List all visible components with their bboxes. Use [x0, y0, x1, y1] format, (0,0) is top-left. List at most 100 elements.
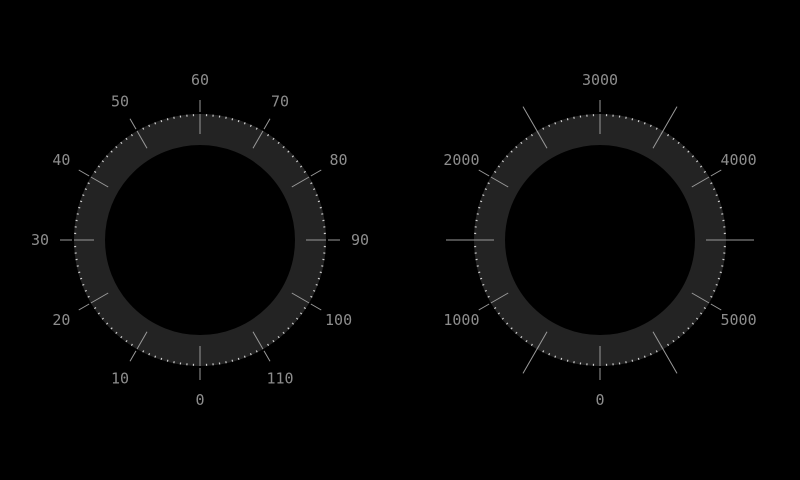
- dial-label: 0: [195, 391, 204, 409]
- label-tick: [263, 118, 271, 130]
- minor-tick: [84, 289, 87, 292]
- dial-label: 4000: [721, 151, 757, 169]
- minor-tick: [484, 289, 487, 292]
- minor-tick: [255, 350, 258, 353]
- minor-tick: [249, 124, 252, 127]
- minor-tick: [554, 355, 557, 358]
- minor-tick: [166, 359, 169, 362]
- dial-label: 50: [111, 92, 129, 110]
- minor-tick: [231, 359, 234, 362]
- minor-tick: [319, 206, 322, 209]
- minor-tick: [255, 127, 258, 130]
- minor-tick: [643, 355, 646, 358]
- left-dial: 0 10 20 30 40 50 60 70 80 90 100 110: [31, 71, 369, 409]
- minor-tick: [87, 182, 90, 185]
- minor-tick: [717, 277, 721, 280]
- minor-tick: [717, 200, 721, 203]
- minor-tick: [566, 118, 569, 121]
- minor-tick: [154, 122, 157, 125]
- minor-tick: [310, 182, 313, 185]
- extended-tick: [522, 106, 540, 135]
- minor-tick: [713, 188, 716, 191]
- minor-tick: [649, 124, 652, 127]
- minor-tick: [487, 182, 490, 185]
- minor-tick: [82, 283, 85, 286]
- minor-tick: [554, 122, 557, 125]
- dial-label: 20: [52, 311, 70, 329]
- minor-tick: [313, 289, 316, 292]
- minor-tick: [710, 295, 713, 298]
- label-tick: [129, 118, 137, 130]
- minor-tick: [160, 357, 163, 361]
- minor-tick: [482, 194, 485, 197]
- minor-tick: [487, 295, 490, 298]
- right-dial: 0 1000 2000 3000 4000 5000: [443, 71, 756, 409]
- label-tick: [710, 303, 722, 311]
- minor-tick: [637, 357, 640, 361]
- minor-tick: [84, 188, 87, 191]
- label-tick: [78, 169, 90, 177]
- minor-tick: [317, 200, 321, 203]
- minor-tick: [148, 124, 151, 127]
- label-tick: [478, 169, 490, 177]
- minor-tick: [148, 353, 151, 356]
- label-tick: [478, 303, 490, 311]
- minor-tick: [313, 188, 316, 191]
- minor-tick: [542, 127, 545, 130]
- label-tick: [710, 169, 722, 177]
- minor-tick: [231, 118, 234, 121]
- minor-tick: [719, 271, 722, 274]
- extended-tick: [522, 345, 540, 374]
- minor-tick: [560, 357, 563, 361]
- minor-tick: [160, 119, 163, 123]
- minor-tick: [560, 119, 563, 123]
- dial-label: 90: [351, 231, 369, 249]
- dial-label: 0: [595, 391, 604, 409]
- dial-label: 1000: [443, 311, 479, 329]
- minor-tick: [566, 359, 569, 362]
- label-tick: [78, 303, 90, 311]
- minor-tick: [317, 277, 321, 280]
- dial-label: 60: [191, 71, 209, 89]
- label-tick: [310, 303, 322, 311]
- minor-tick: [484, 188, 487, 191]
- minor-tick: [548, 124, 551, 127]
- minor-tick: [715, 194, 718, 197]
- dial-label: 110: [266, 370, 293, 388]
- minor-tick: [637, 119, 640, 123]
- dial-label: 2000: [443, 151, 479, 169]
- minor-tick: [548, 353, 551, 356]
- dial-label: 5000: [721, 311, 757, 329]
- dial-label: 70: [271, 92, 289, 110]
- minor-tick: [631, 359, 634, 362]
- minor-tick: [310, 295, 313, 298]
- label-tick: [310, 169, 322, 177]
- minor-tick: [482, 283, 485, 286]
- extended-tick: [660, 345, 678, 374]
- minor-tick: [237, 119, 240, 123]
- minor-tick: [655, 350, 658, 353]
- dial-ring: [74, 114, 326, 366]
- minor-tick: [237, 357, 240, 361]
- minor-tick: [78, 206, 81, 209]
- dial-label: 30: [31, 231, 49, 249]
- minor-tick: [243, 355, 246, 358]
- minor-tick: [243, 122, 246, 125]
- minor-tick: [319, 271, 322, 274]
- minor-tick: [315, 194, 318, 197]
- dial-label: 10: [111, 370, 129, 388]
- minor-tick: [479, 277, 483, 280]
- minor-tick: [142, 350, 145, 353]
- minor-tick: [713, 289, 716, 292]
- label-tick: [129, 350, 137, 362]
- minor-tick: [631, 118, 634, 121]
- dials-canvas: 0 10 20 30 40 50 60 70 80 90 100 110 0 1000 2000 3000 4…: [31, 71, 757, 409]
- dial-label: 40: [52, 151, 70, 169]
- minor-tick: [542, 350, 545, 353]
- minor-tick: [478, 271, 481, 274]
- minor-tick: [82, 194, 85, 197]
- label-tick: [263, 350, 271, 362]
- minor-tick: [643, 122, 646, 125]
- minor-tick: [154, 355, 157, 358]
- minor-tick: [710, 182, 713, 185]
